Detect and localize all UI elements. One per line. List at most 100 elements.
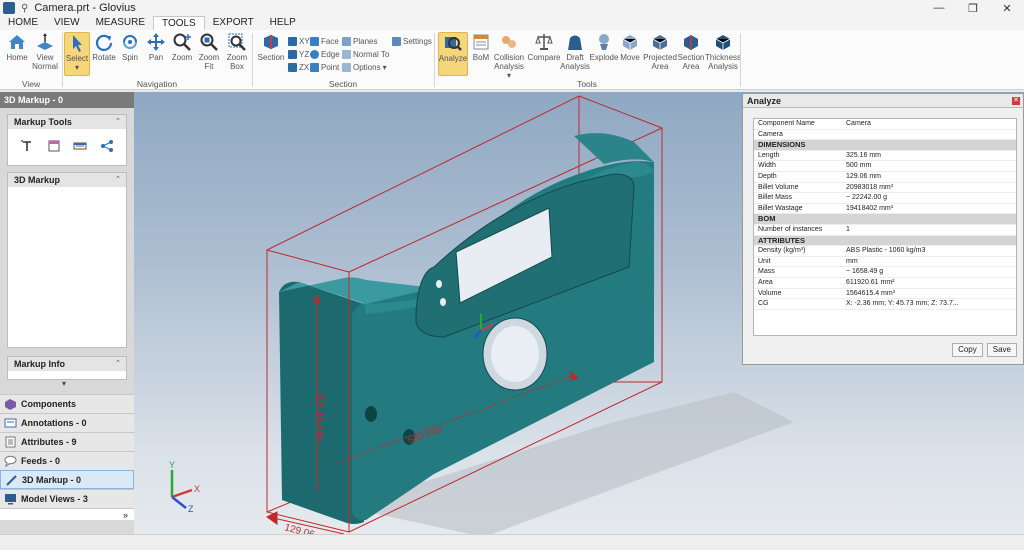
spin-button[interactable]: Spin [118, 32, 142, 62]
nav-annotations[interactable]: Annotations - 0 [0, 413, 134, 432]
section-area-button[interactable]: Section Area [676, 32, 706, 71]
pin-icon[interactable]: ⚲ [21, 3, 28, 14]
view-group: Home View Normal View [0, 30, 62, 90]
collapse-icon[interactable]: ⌃ [115, 173, 121, 187]
nav-3d-markup[interactable]: 3D Markup - 0 [0, 470, 134, 489]
analyze-row[interactable]: Width 500 mm [754, 161, 1016, 172]
markup-info-panel: Markup Info ⌃ [7, 356, 127, 380]
property-value: 325.16 mm [846, 151, 882, 159]
view-normal-button[interactable]: View Normal [31, 32, 59, 71]
analyze-table: Component Name Camera Camera DIMENSIONS Leng… [753, 118, 1017, 336]
explode-button[interactable]: Explode [590, 32, 618, 62]
collapse-icon[interactable]: ⌃ [115, 357, 121, 371]
section-face-button[interactable]: Face [310, 35, 339, 47]
model-hole [440, 298, 446, 306]
copy-button[interactable]: Copy [952, 343, 983, 357]
analyze-row[interactable]: Component Name Camera [754, 119, 1016, 130]
explode-icon [594, 32, 614, 52]
analyze-row[interactable]: Mass ~ 1658.49 g [754, 267, 1016, 278]
tab-tools[interactable]: TOOLS [153, 16, 205, 30]
analyze-row[interactable]: Camera [754, 130, 1016, 141]
section-normal-to-button[interactable]: Normal To [342, 48, 389, 60]
zoom-fit-button[interactable]: Zoom Fit [196, 32, 222, 71]
title-bar: ⚲ Camera.prt - Glovius — ❐ ✕ [0, 0, 1024, 16]
bom-icon [471, 32, 491, 52]
section-button[interactable]: Section [256, 32, 286, 62]
analyze-section-header[interactable]: BOM [754, 214, 1016, 225]
rotate-button[interactable]: Rotate [92, 32, 116, 62]
nav-attributes[interactable]: Attributes - 9 [0, 432, 134, 451]
dimension-markup-icon[interactable] [73, 139, 87, 153]
feeds-icon [4, 455, 17, 467]
nav-feeds[interactable]: Feeds - 0 [0, 451, 134, 470]
section-xy-button[interactable]: XY [288, 35, 310, 47]
section-settings-button[interactable]: Settings [392, 35, 432, 47]
tab-export[interactable]: EXPORT [205, 16, 262, 30]
section-yz-button[interactable]: YZ [288, 48, 309, 60]
zoom-button[interactable]: Zoom [170, 32, 194, 62]
analyze-row[interactable]: Volume 1564615.4 mm³ [754, 289, 1016, 300]
thickness-analysis-button[interactable]: Thickness Analysis [705, 32, 741, 71]
draft-analysis-icon [565, 32, 585, 52]
section-title: BOM [758, 214, 776, 224]
maximize-button[interactable]: ❐ [956, 0, 990, 16]
section-title: ATTRIBUTES [758, 235, 805, 245]
section-zx-button[interactable]: ZX [288, 61, 309, 73]
tab-help[interactable]: HELP [262, 16, 304, 30]
analyze-row[interactable]: Density (kg/m³) ABS Plastic - 1060 kg/m3 [754, 246, 1016, 257]
zoom-icon [172, 32, 192, 52]
plane-zx-icon [288, 62, 297, 72]
nav-components[interactable]: Components [0, 394, 134, 413]
point-icon [310, 62, 319, 72]
nav-model-views[interactable]: Model Views - 3 [0, 489, 134, 508]
analyze-row[interactable]: Length 325.16 mm [754, 151, 1016, 162]
analyze-row[interactable]: Depth 129.06 mm [754, 172, 1016, 183]
compare-button[interactable]: Compare [528, 32, 560, 62]
section-edge-button[interactable]: Edge [310, 48, 340, 60]
share-icon[interactable] [100, 139, 114, 153]
collapse-icon[interactable]: ⌃ [115, 115, 121, 129]
close-icon[interactable]: ✕ [1012, 97, 1020, 105]
tab-home[interactable]: HOME [0, 16, 46, 30]
section-point-button[interactable]: Point [310, 61, 339, 73]
analyze-icon [443, 33, 463, 53]
property-value: X: -2.36 mm; Y: 45.73 mm; Z: 73.7... [846, 300, 959, 308]
analyze-button[interactable]: Analyze [438, 32, 468, 76]
components-icon [5, 399, 16, 410]
analyze-row[interactable]: Area 611920.61 mm² [754, 278, 1016, 289]
analyze-row[interactable]: Billet Mass ~ 22242.00 g [754, 193, 1016, 204]
section-options-button[interactable]: Options ▾ [342, 61, 387, 73]
view-normal-icon [35, 32, 55, 52]
tab-view[interactable]: VIEW [46, 16, 88, 30]
collision-icon [499, 32, 519, 52]
close-button[interactable]: ✕ [990, 0, 1024, 16]
plane-yz-icon [288, 49, 297, 59]
section-planes-button[interactable]: Planes [342, 35, 377, 47]
home-button[interactable]: Home [5, 32, 29, 62]
tab-measure[interactable]: MEASURE [88, 16, 153, 30]
expand-icon[interactable]: ▾ [62, 379, 66, 388]
analyze-row[interactable]: Number of instances 1 [754, 225, 1016, 236]
model-hole [436, 280, 442, 288]
more-button[interactable]: » [0, 508, 134, 520]
move-button[interactable]: Move [618, 32, 642, 62]
section-icon [261, 32, 281, 52]
collision-analysis-button[interactable]: Collision Analysis ▾ [492, 32, 526, 80]
property-name: Component Name [758, 120, 815, 127]
analyze-row[interactable]: Billet Volume 20983018 mm³ [754, 183, 1016, 194]
zoom-box-button[interactable]: Zoom Box [224, 32, 250, 71]
projected-area-button[interactable]: Projected Area [643, 32, 677, 71]
analyze-section-header[interactable]: ATTRIBUTES [754, 235, 1016, 247]
save-button[interactable]: Save [986, 343, 1017, 357]
analyze-row[interactable]: CG X: -2.36 mm; Y: 45.73 mm; Z: 73.7... [754, 299, 1016, 310]
note-markup-icon[interactable] [47, 139, 61, 153]
bom-button[interactable]: BoM [470, 32, 492, 62]
analyze-section-header[interactable]: DIMENSIONS [754, 140, 1016, 151]
pan-button[interactable]: Pan [144, 32, 168, 62]
minimize-button[interactable]: — [922, 0, 956, 16]
select-button[interactable]: Select ▾ [64, 32, 90, 76]
draft-analysis-button[interactable]: Draft Analysis [560, 32, 590, 71]
text-markup-icon[interactable] [20, 139, 34, 153]
analyze-row[interactable]: Unit mm [754, 257, 1016, 268]
analyze-row[interactable]: Billet Wastage 19418402 mm³ [754, 204, 1016, 215]
